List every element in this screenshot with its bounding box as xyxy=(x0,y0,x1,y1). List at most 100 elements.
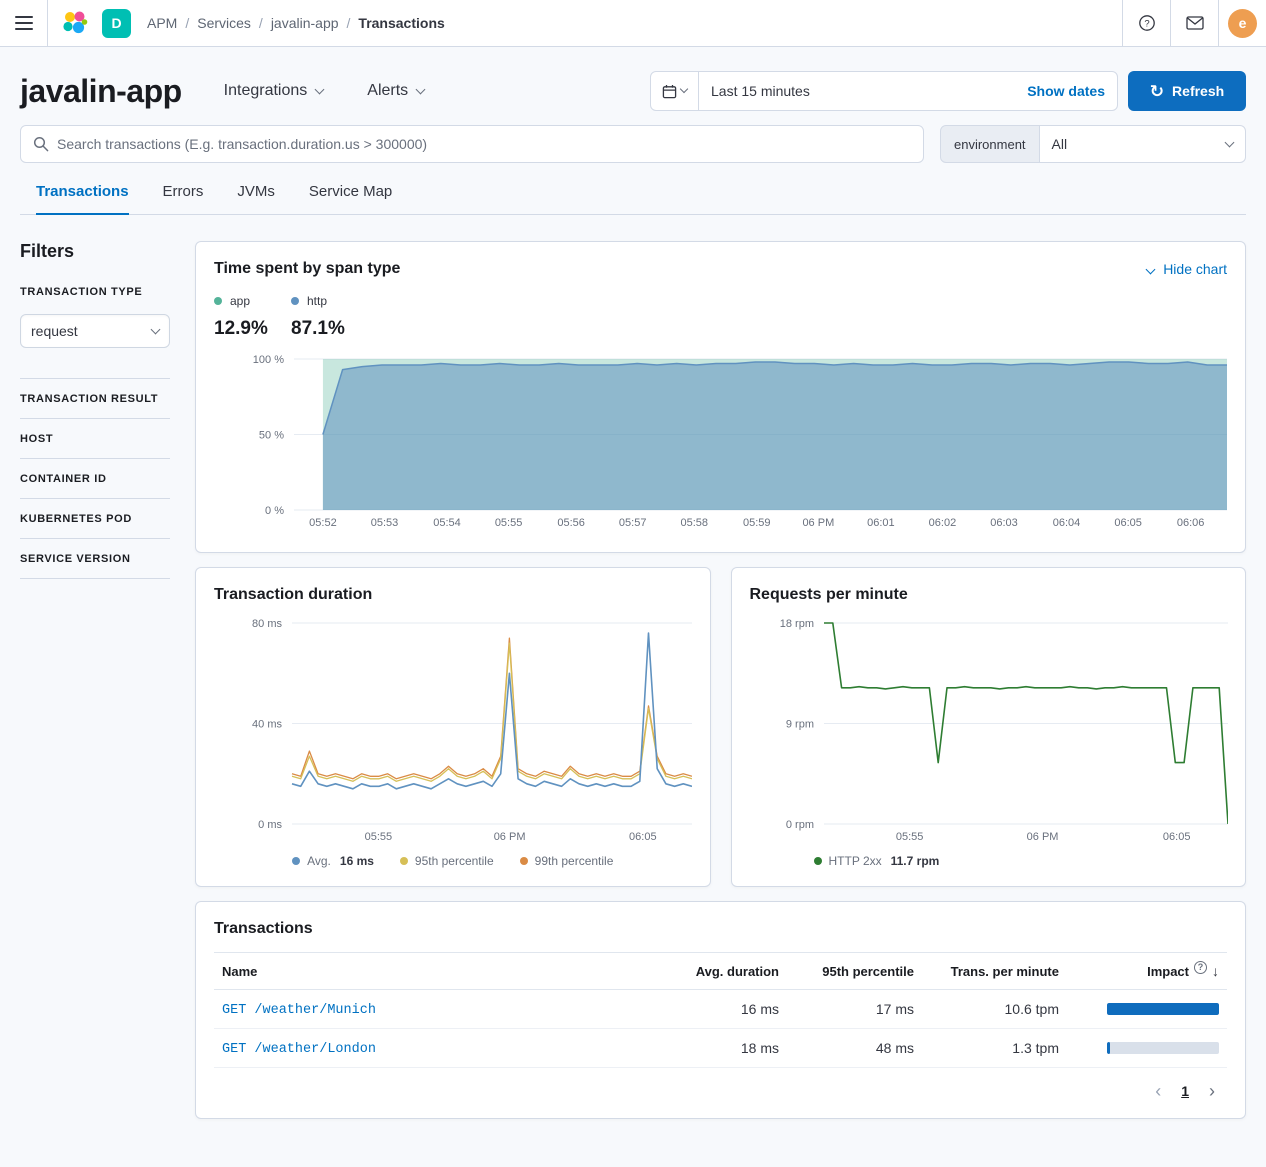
chevron-down-icon xyxy=(1146,264,1156,274)
breadcrumb-apm[interactable]: APM xyxy=(147,15,177,31)
page-number[interactable]: 1 xyxy=(1181,1083,1189,1099)
user-menu[interactable]: e xyxy=(1218,0,1266,46)
help-icon[interactable]: ? xyxy=(1122,0,1170,46)
facet-container-id[interactable]: CONTAINER ID xyxy=(20,459,170,499)
calendar-dropdown-button[interactable] xyxy=(651,72,699,110)
show-dates-link[interactable]: Show dates xyxy=(1027,83,1105,99)
column-avg-duration[interactable]: Avg. duration xyxy=(667,953,787,990)
menu-icon[interactable] xyxy=(0,0,48,46)
transactions-table-panel: Transactions Name Avg. duration 95th per… xyxy=(195,901,1246,1119)
transactions-table: Name Avg. duration 95th percentile Trans… xyxy=(214,952,1227,1068)
chevron-down-icon xyxy=(680,85,688,93)
svg-text:06:01: 06:01 xyxy=(867,517,895,529)
span-type-title: Time spent by span type xyxy=(214,260,400,278)
breadcrumb-service[interactable]: javalin-app xyxy=(271,15,339,31)
column-trans-per-minute[interactable]: Trans. per minute xyxy=(922,953,1067,990)
duration-legend: Avg. 16 ms 95th percentile 99th percenti… xyxy=(214,854,692,868)
impact-bar xyxy=(1107,1042,1219,1054)
svg-text:0 ms: 0 ms xyxy=(258,819,282,831)
hide-chart-link[interactable]: Hide chart xyxy=(1147,261,1227,277)
facet-transaction-result[interactable]: TRANSACTION RESULT xyxy=(20,379,170,419)
tab-errors[interactable]: Errors xyxy=(163,183,204,215)
avg-duration-value: 18 ms xyxy=(667,1029,787,1068)
facet-host[interactable]: HOST xyxy=(20,419,170,459)
http-series-dot xyxy=(291,297,299,305)
tpm-value: 10.6 tpm xyxy=(922,990,1067,1029)
svg-text:06:04: 06:04 xyxy=(1053,517,1081,529)
space-badge[interactable]: D xyxy=(102,0,131,46)
legend-item-99th[interactable]: 99th percentile xyxy=(520,854,614,868)
svg-text:05:56: 05:56 xyxy=(557,517,585,529)
integrations-menu[interactable]: Integrations xyxy=(224,82,324,100)
http2xx-series-dot xyxy=(814,857,822,865)
legend-item-http2xx[interactable]: HTTP 2xx 11.7 rpm xyxy=(814,854,940,868)
svg-text:0 rpm: 0 rpm xyxy=(785,819,813,831)
refresh-icon: ↻ xyxy=(1150,83,1164,100)
tab-jvms[interactable]: JVMs xyxy=(237,183,275,215)
column-impact[interactable]: Impact ? ↓ xyxy=(1067,953,1227,990)
service-tabs: Transactions Errors JVMs Service Map xyxy=(20,183,1246,215)
column-name[interactable]: Name xyxy=(214,953,667,990)
p95-value: 17 ms xyxy=(787,990,922,1029)
newsfeed-icon[interactable] xyxy=(1170,0,1218,46)
legend-item-avg[interactable]: Avg. 16 ms xyxy=(292,854,374,868)
breadcrumb-services[interactable]: Services xyxy=(197,15,251,31)
svg-text:?: ? xyxy=(1144,19,1149,30)
breadcrumb-separator: / xyxy=(347,15,351,31)
svg-text:05:55: 05:55 xyxy=(495,517,523,529)
tab-transactions[interactable]: Transactions xyxy=(36,183,129,215)
search-row: environment All xyxy=(20,125,1246,163)
svg-text:05:58: 05:58 xyxy=(680,517,708,529)
next-page-icon[interactable]: › xyxy=(1209,1082,1215,1100)
pagination: ‹ 1 › xyxy=(214,1082,1227,1100)
page-title: javalin-app xyxy=(20,73,182,110)
transaction-duration-chart: 80 ms40 ms0 ms05:5506 PM06:05 xyxy=(214,618,692,848)
avatar: e xyxy=(1228,9,1257,38)
svg-text:05:57: 05:57 xyxy=(619,517,647,529)
transaction-type-select[interactable]: request xyxy=(20,314,170,348)
transaction-link-london[interactable]: GET /weather/London xyxy=(222,1042,376,1057)
span-type-chart: 100 %50 %0 %05:5205:5305:5405:5505:5605:… xyxy=(214,354,1227,534)
refresh-button[interactable]: ↻ Refresh xyxy=(1128,71,1246,111)
time-range-value: Last 15 minutes xyxy=(711,83,810,99)
svg-text:06 PM: 06 PM xyxy=(494,831,526,843)
time-range-button[interactable]: Last 15 minutes Show dates xyxy=(699,72,1117,110)
table-header-row: Name Avg. duration 95th percentile Trans… xyxy=(214,953,1227,990)
transaction-link-munich[interactable]: GET /weather/Munich xyxy=(222,1003,376,1018)
transactions-table-title: Transactions xyxy=(214,920,1227,938)
chevron-down-icon xyxy=(416,84,426,94)
span-type-percentages: 12.9% 87.1% xyxy=(214,318,1227,340)
previous-page-icon[interactable]: ‹ xyxy=(1155,1082,1161,1100)
chevron-down-icon xyxy=(315,84,325,94)
svg-text:80 ms: 80 ms xyxy=(252,618,282,630)
tpm-value: 1.3 tpm xyxy=(922,1029,1067,1068)
app-series-dot xyxy=(214,297,222,305)
table-row: GET /weather/London 18 ms 48 ms 1.3 tpm xyxy=(214,1029,1227,1068)
top-bar: D APM / Services / javalin-app / Transac… xyxy=(0,0,1266,47)
legend-item-http[interactable]: http xyxy=(291,294,368,308)
info-icon[interactable]: ? xyxy=(1194,961,1207,974)
sort-desc-icon[interactable]: ↓ xyxy=(1212,963,1219,979)
svg-text:40 ms: 40 ms xyxy=(252,719,282,731)
transaction-type-label: TRANSACTION TYPE xyxy=(20,286,170,298)
legend-item-95th[interactable]: 95th percentile xyxy=(400,854,494,868)
svg-text:0 %: 0 % xyxy=(265,505,284,517)
svg-text:06 PM: 06 PM xyxy=(802,517,834,529)
tab-service-map[interactable]: Service Map xyxy=(309,183,392,215)
p99-series-dot xyxy=(520,857,528,865)
requests-per-minute-chart: 18 rpm9 rpm0 rpm05:5506 PM06:05 xyxy=(750,618,1228,848)
elastic-logo-icon[interactable] xyxy=(48,0,102,46)
p95-series-dot xyxy=(400,857,408,865)
main-content: Time spent by span type Hide chart app h… xyxy=(195,241,1246,1133)
column-95th-percentile[interactable]: 95th percentile xyxy=(787,953,922,990)
legend-item-app[interactable]: app xyxy=(214,294,291,308)
facet-service-version[interactable]: SERVICE VERSION xyxy=(20,539,170,579)
http-percentage: 87.1% xyxy=(291,318,368,340)
avg-series-dot xyxy=(292,857,300,865)
search-input[interactable] xyxy=(57,136,911,152)
environment-select[interactable]: All xyxy=(1040,125,1246,163)
facet-kubernetes-pod[interactable]: KUBERNETES POD xyxy=(20,499,170,539)
svg-text:05:55: 05:55 xyxy=(895,831,923,843)
alerts-menu[interactable]: Alerts xyxy=(367,82,424,100)
requests-per-minute-title: Requests per minute xyxy=(750,586,1228,604)
